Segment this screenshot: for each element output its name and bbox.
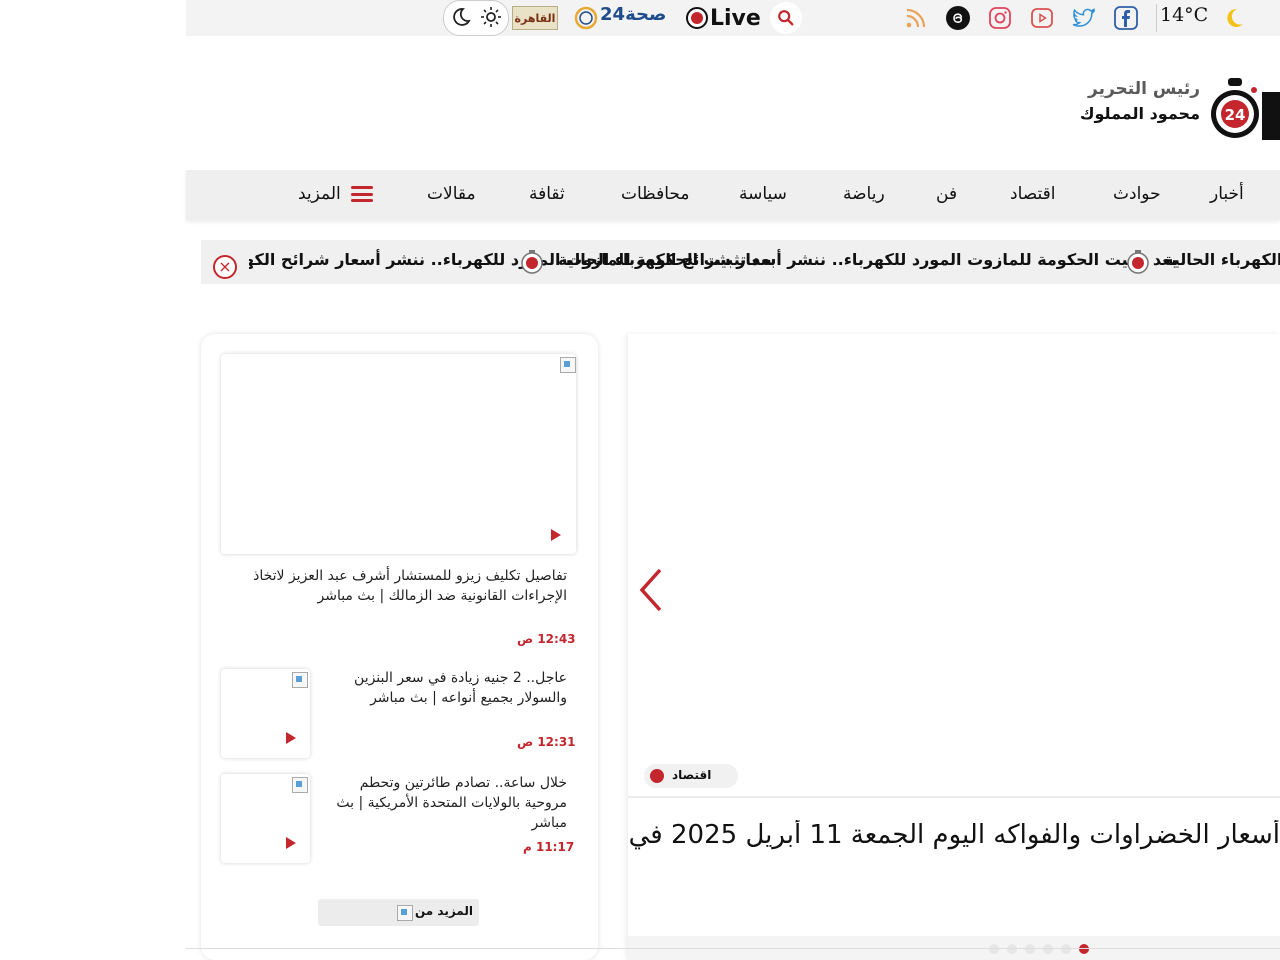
search-button[interactable] xyxy=(770,2,802,34)
video-time: 12:31 ص xyxy=(517,735,576,749)
seha24-label: صحة24 xyxy=(600,4,667,25)
youtube-icon[interactable] xyxy=(1028,4,1056,32)
nav-item-economy[interactable]: اقتصاد xyxy=(1010,184,1055,204)
main-news-slider: اقتصاد أسعار الخضراوات والفواكه اليوم ال… xyxy=(628,334,1280,960)
play-icon xyxy=(286,732,296,744)
svg-text:24: 24 xyxy=(1225,106,1246,124)
video-title[interactable]: عاجل.. 2 جنيه زيادة في سعر البنزين والسو… xyxy=(331,668,567,708)
slider-dot-active[interactable] xyxy=(1079,944,1089,954)
top-bar: 14°C Live صحة24 القاهرة xyxy=(186,0,1280,36)
seha24-logo-link[interactable]: صحة24 xyxy=(574,4,668,32)
theme-toggle[interactable] xyxy=(443,0,509,36)
slider-headline[interactable]: أسعار الخضراوات والفواكه اليوم الجمعة 11… xyxy=(628,820,1280,850)
slider-dot[interactable] xyxy=(1007,944,1017,954)
category-dot-icon xyxy=(650,769,664,783)
live-videos-card: تفاصيل تكليف زيزو للمستشار أشرف عبد العز… xyxy=(201,334,598,960)
main-nav: أخبار حوادث اقتصاد فن رياضة سياسة محافظا… xyxy=(186,170,1280,220)
featured-video-time: 12:43 ص xyxy=(517,632,576,646)
nav-item-articles[interactable]: مقالات xyxy=(427,184,476,204)
slider-dot[interactable] xyxy=(1043,944,1053,954)
broken-image-icon xyxy=(560,357,576,373)
rss-icon[interactable] xyxy=(902,4,930,32)
nav-item-politics[interactable]: سياسة xyxy=(739,184,787,204)
play-icon xyxy=(551,529,561,541)
more-videos-label: المزيد من xyxy=(415,904,473,918)
cairo-label: القاهرة xyxy=(514,11,556,25)
broken-image-icon xyxy=(292,777,308,793)
category-label: اقتصاد xyxy=(672,768,712,782)
instagram-icon[interactable] xyxy=(986,4,1014,32)
breaking-news-ticker: بعد تثبيت الحكومة للمازوت المورد للكهربا… xyxy=(201,240,1280,284)
ticker-item[interactable]: بعد تثبيت الحكومة للمازوت المورد للكهربا… xyxy=(1164,250,1280,269)
live-dot-icon xyxy=(686,7,708,29)
editor-in-chief-name: محمود المملوك xyxy=(1079,104,1200,123)
nav-more-label: المزيد xyxy=(298,184,341,204)
slider-prev-arrow-icon[interactable] xyxy=(638,566,666,614)
broken-image-icon xyxy=(397,905,413,921)
nav-item-news[interactable]: أخبار xyxy=(1210,184,1244,204)
ticker-close-button[interactable]: × xyxy=(213,255,237,279)
video-thumbnail[interactable] xyxy=(221,774,310,863)
editor-in-chief-title: رئيس التحرير xyxy=(1088,79,1200,99)
ticker-separator-logo-icon xyxy=(520,248,544,274)
live-link[interactable]: Live xyxy=(686,4,761,32)
nav-item-governorates[interactable]: محافظات xyxy=(621,184,690,204)
nav-item-culture[interactable]: ثقافة xyxy=(529,184,565,204)
category-badge[interactable]: اقتصاد xyxy=(644,764,738,788)
nav-more-button[interactable]: المزيد xyxy=(298,184,373,204)
broken-image-icon xyxy=(292,672,308,688)
search-icon xyxy=(778,10,794,26)
threads-icon[interactable] xyxy=(944,4,972,32)
slider-dot[interactable] xyxy=(989,944,999,954)
featured-video-thumbnail[interactable] xyxy=(221,354,576,554)
featured-video-title[interactable]: تفاصيل تكليف زيزو للمستشار أشرف عبد العز… xyxy=(221,566,567,606)
site-logo-wordmark xyxy=(1262,92,1280,140)
cairo-logo-link[interactable]: القاهرة xyxy=(512,6,558,30)
nav-item-sports[interactable]: رياضة xyxy=(843,184,885,204)
more-videos-button[interactable]: المزيد من xyxy=(318,899,479,926)
site-logo[interactable]: 24 xyxy=(1208,76,1262,142)
nav-item-art[interactable]: فن xyxy=(936,184,957,204)
play-icon xyxy=(286,837,296,849)
video-thumbnail[interactable] xyxy=(221,669,310,758)
ticker-separator-logo-icon xyxy=(1126,248,1150,274)
light-mode-sun-icon[interactable] xyxy=(477,3,505,31)
slider-dot[interactable] xyxy=(1061,944,1071,954)
nav-item-accidents[interactable]: حوادث xyxy=(1113,184,1161,204)
twitter-icon[interactable] xyxy=(1070,4,1098,32)
video-time: 11:17 م xyxy=(523,840,575,854)
live-label: Live xyxy=(710,5,761,31)
video-title[interactable]: خلال ساعة.. تصادم طائرتين وتحطم مروحية ب… xyxy=(331,773,567,833)
moon-weather-icon xyxy=(1220,4,1248,32)
hamburger-menu-icon xyxy=(350,186,373,202)
slider-dot[interactable] xyxy=(1025,944,1035,954)
weather-temperature: 14°C xyxy=(1160,4,1209,26)
facebook-icon[interactable] xyxy=(1112,4,1140,32)
ticker-item[interactable]: بعد تثبيت الحكومة للمازوت المورد للكهربا… xyxy=(558,250,1177,269)
dark-mode-moon-icon[interactable] xyxy=(446,3,474,31)
